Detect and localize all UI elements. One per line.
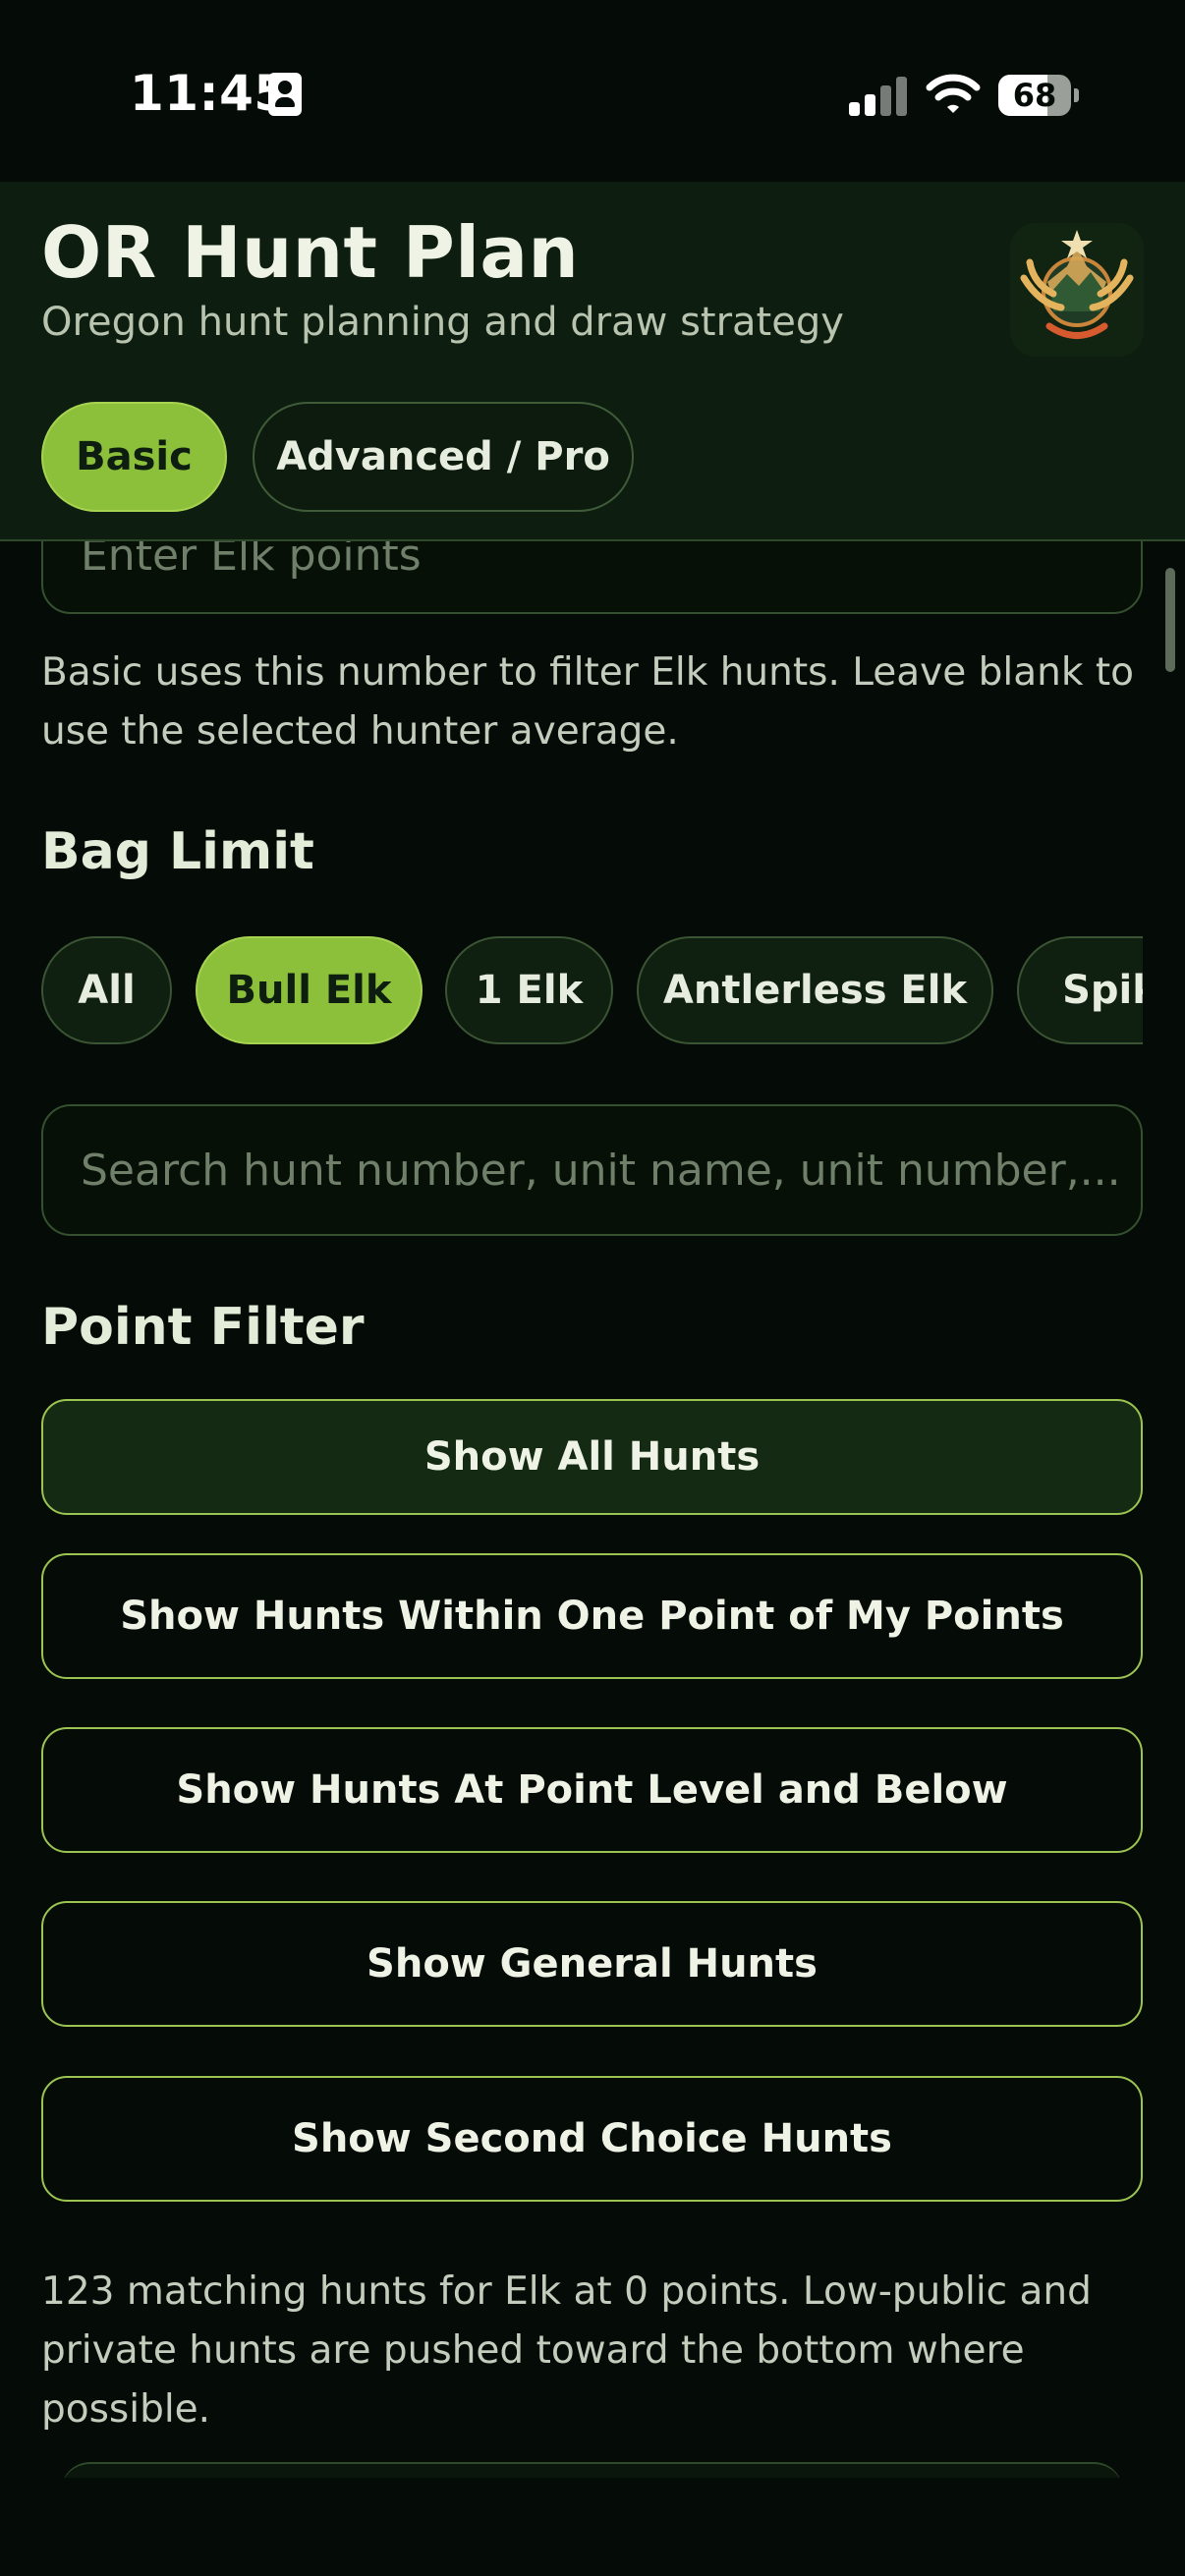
chip-spike-elk[interactable]: Spik bbox=[1017, 936, 1143, 1044]
chip-1-elk[interactable]: 1 Elk bbox=[445, 936, 613, 1044]
battery-percentage: 68 bbox=[1012, 77, 1057, 114]
hunt-search-placeholder: Search hunt number, unit name, unit numb… bbox=[81, 1146, 1121, 1196]
page-subtitle: Oregon hunt planning and draw strategy bbox=[41, 300, 844, 345]
show-general-hunts-button[interactable]: Show General Hunts bbox=[41, 1901, 1143, 2027]
contact-card-icon bbox=[268, 73, 302, 116]
app-screen: 11:45 68 OR Hunt Plan Oregon hunt planni… bbox=[0, 0, 1185, 2576]
show-second-choice-hunts-button[interactable]: Show Second Choice Hunts bbox=[41, 2076, 1143, 2202]
wifi-icon bbox=[926, 74, 981, 113]
hunt-search-input[interactable]: Search hunt number, unit name, unit numb… bbox=[41, 1104, 1143, 1236]
bag-limit-title: Bag Limit bbox=[41, 822, 314, 881]
bag-limit-chip-row: All Bull Elk 1 Elk Antlerless Elk Spik bbox=[41, 936, 1143, 1046]
elk-points-placeholder: Enter Elk points bbox=[81, 541, 422, 581]
cellular-signal-icon bbox=[849, 77, 908, 116]
tab-basic[interactable]: Basic bbox=[41, 402, 227, 512]
points-help-text: Basic uses this number to filter Elk hun… bbox=[41, 650, 1134, 754]
show-all-hunts-button[interactable]: Show All Hunts bbox=[41, 1399, 1143, 1515]
hunt-result-card[interactable] bbox=[61, 2462, 1123, 2478]
elk-points-input[interactable]: Enter Elk points bbox=[41, 541, 1143, 614]
app-header: OR Hunt Plan Oregon hunt planning and dr… bbox=[0, 182, 1185, 541]
status-time: 11:45 bbox=[130, 65, 289, 122]
chip-antlerless-elk[interactable]: Antlerless Elk bbox=[637, 936, 993, 1044]
elk-antler-badge-icon[interactable] bbox=[1010, 223, 1144, 357]
page-title: OR Hunt Plan bbox=[41, 211, 580, 294]
result-summary: 123 matching hunts for Elk at 0 points. … bbox=[41, 2269, 1092, 2432]
show-hunts-within-one-point-button[interactable]: Show Hunts Within One Point of My Points bbox=[41, 1553, 1143, 1679]
scroll-content: Enter Elk points Basic uses this number … bbox=[0, 541, 1185, 2478]
battery-icon: 68 bbox=[998, 75, 1079, 116]
show-hunts-at-point-level-button[interactable]: Show Hunts At Point Level and Below bbox=[41, 1727, 1143, 1853]
status-bar: 11:45 68 bbox=[0, 0, 1185, 182]
point-filter-title: Point Filter bbox=[41, 1298, 365, 1357]
tab-advanced-pro[interactable]: Advanced / Pro bbox=[253, 402, 634, 512]
chip-all[interactable]: All bbox=[41, 936, 172, 1044]
chip-bull-elk[interactable]: Bull Elk bbox=[196, 936, 423, 1044]
scrollbar-thumb[interactable] bbox=[1165, 568, 1175, 672]
